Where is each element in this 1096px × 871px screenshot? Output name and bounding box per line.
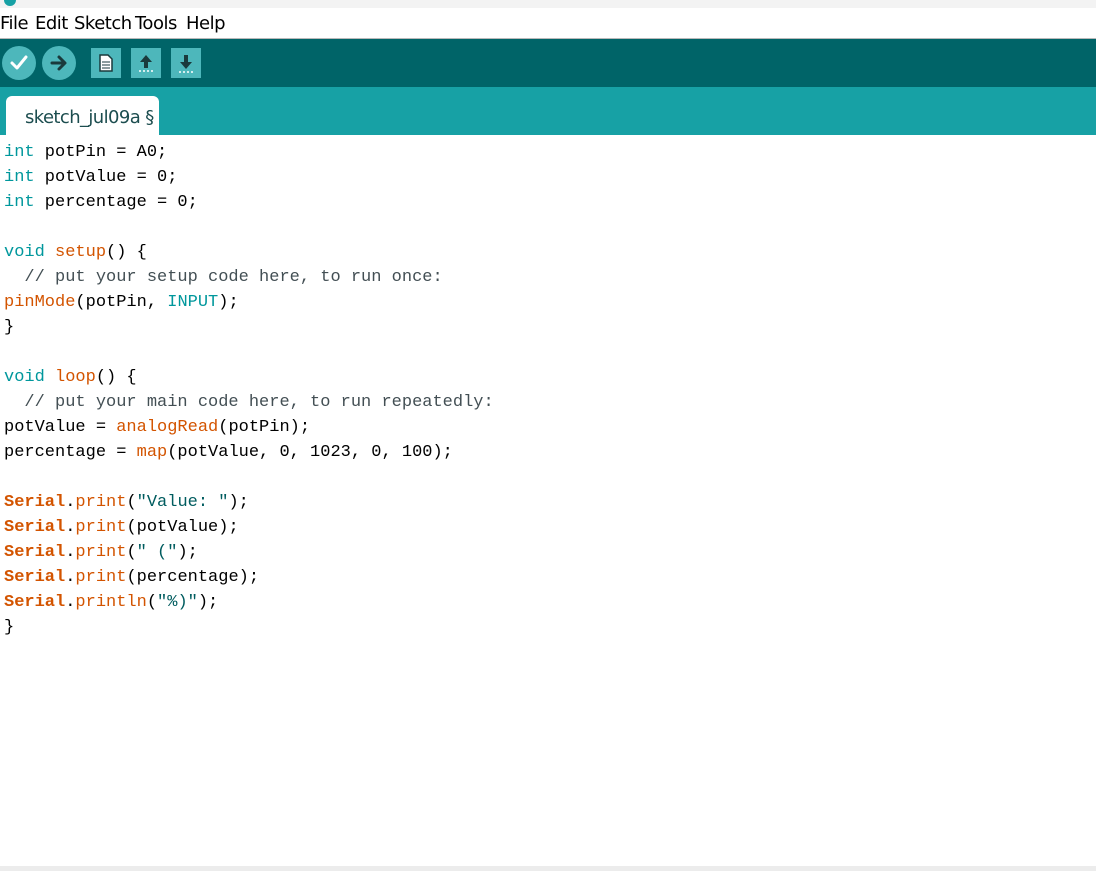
code-token: println [75,593,147,612]
code-token: (potPin, [75,293,168,312]
code-line: int potPin = A0; [4,140,494,165]
code-token: () { [95,368,137,387]
code-token: map [136,443,168,462]
code-token: (potPin); [218,418,311,437]
code-token: print [75,493,127,512]
code-line: Serial.print(percentage); [4,565,494,590]
code-token: int [4,168,35,187]
code-line: } [4,315,494,340]
code-line: Serial.println("%)"); [4,590,494,615]
code-token: . [65,493,76,512]
new-button[interactable] [91,48,121,78]
code-line: void loop() { [4,365,494,390]
code-token: loop [55,368,96,387]
code-token: Serial [4,518,66,537]
code-token: . [65,543,76,562]
arrow-down-icon [179,55,193,73]
code-token: Serial [4,493,66,512]
code-token: // put your main code here, to run repea… [4,393,494,412]
code-line: potValue = analogRead(potPin); [4,415,494,440]
save-button[interactable] [171,48,201,78]
arrow-right-icon [50,55,67,71]
status-strip [0,866,1096,871]
menu-tools[interactable]: Tools [135,13,177,34]
code-token: " (" [136,543,178,562]
menu-file[interactable]: File [0,13,29,34]
arduino-logo-icon [4,0,16,6]
tab-strip: sketch_jul09a § [0,87,1096,136]
code-token: int [4,193,35,212]
menu-help[interactable]: Help [186,13,226,34]
code-token: pinMode [4,293,76,312]
code-token: Serial [4,543,66,562]
upload-button[interactable] [42,46,76,80]
code-token: ); [218,293,239,312]
code-token: percentage = 0; [34,193,198,212]
code-token: analogRead [116,418,219,437]
code-token: potValue = 0; [34,168,178,187]
code-line: Serial.print(potValue); [4,515,494,540]
code-token: potPin = A0; [34,143,168,162]
code-text: int potPin = A0; int potValue = 0; int per… [4,140,494,640]
code-token: "Value: " [136,493,229,512]
code-token: // put your setup code here, to run once… [4,268,443,287]
code-token: ); [228,493,249,512]
code-token: ( [126,543,137,562]
title-bar [0,0,1096,8]
code-token: (potValue, 0, 1023, 0, 100); [167,443,453,462]
code-token: () { [106,243,147,262]
code-line: // put your main code here, to run repea… [4,390,494,415]
code-token: INPUT [167,293,219,312]
code-token: . [65,518,76,537]
code-line: Serial.print(" ("); [4,540,494,565]
code-token: ); [197,593,219,612]
code-line: int percentage = 0; [4,190,494,215]
code-token: . [65,568,76,587]
code-line: int potValue = 0; [4,165,494,190]
code-token: ( [126,493,137,512]
toolbar [0,39,1096,87]
tab-sketch[interactable]: sketch_jul09a § [6,96,159,136]
code-token: Serial [4,593,66,612]
code-line: } [4,615,494,640]
code-token: void [4,243,45,262]
code-line: Serial.print("Value: "); [4,490,494,515]
tab-label: sketch_jul09a § [25,107,154,128]
code-token: Serial [4,568,66,587]
code-token: print [75,518,127,537]
code-token: ); [177,543,198,562]
code-token: int [4,143,35,162]
code-line: void setup() { [4,240,494,265]
code-token: print [75,568,127,587]
code-token: ( [146,593,158,612]
code-token: (percentage); [126,568,260,587]
code-token: } [4,318,15,337]
document-icon [99,54,113,72]
verify-button[interactable] [2,46,36,80]
code-token: setup [55,243,107,262]
code-token: percentage = [4,443,137,462]
code-token: } [4,618,15,637]
code-line: percentage = map(potValue, 0, 1023, 0, 1… [4,440,494,465]
check-icon [10,55,28,70]
code-line: // put your setup code here, to run once… [4,265,494,290]
menu-bar: File Edit Sketch Tools Help [0,8,1096,39]
menu-sketch[interactable]: Sketch [74,13,132,34]
code-token: "%)" [157,593,198,612]
code-line: pinMode(potPin, INPUT); [4,290,494,315]
code-token: print [75,543,127,562]
arrow-up-icon [139,55,153,72]
code-token: potValue = [4,418,117,437]
code-token: (potValue); [126,518,239,537]
open-button[interactable] [131,48,161,78]
code-token: . [65,593,76,612]
code-token: void [4,368,45,387]
code-editor[interactable]: int potPin = A0; int potValue = 0; int per… [0,138,1096,866]
menu-edit[interactable]: Edit [35,13,68,34]
